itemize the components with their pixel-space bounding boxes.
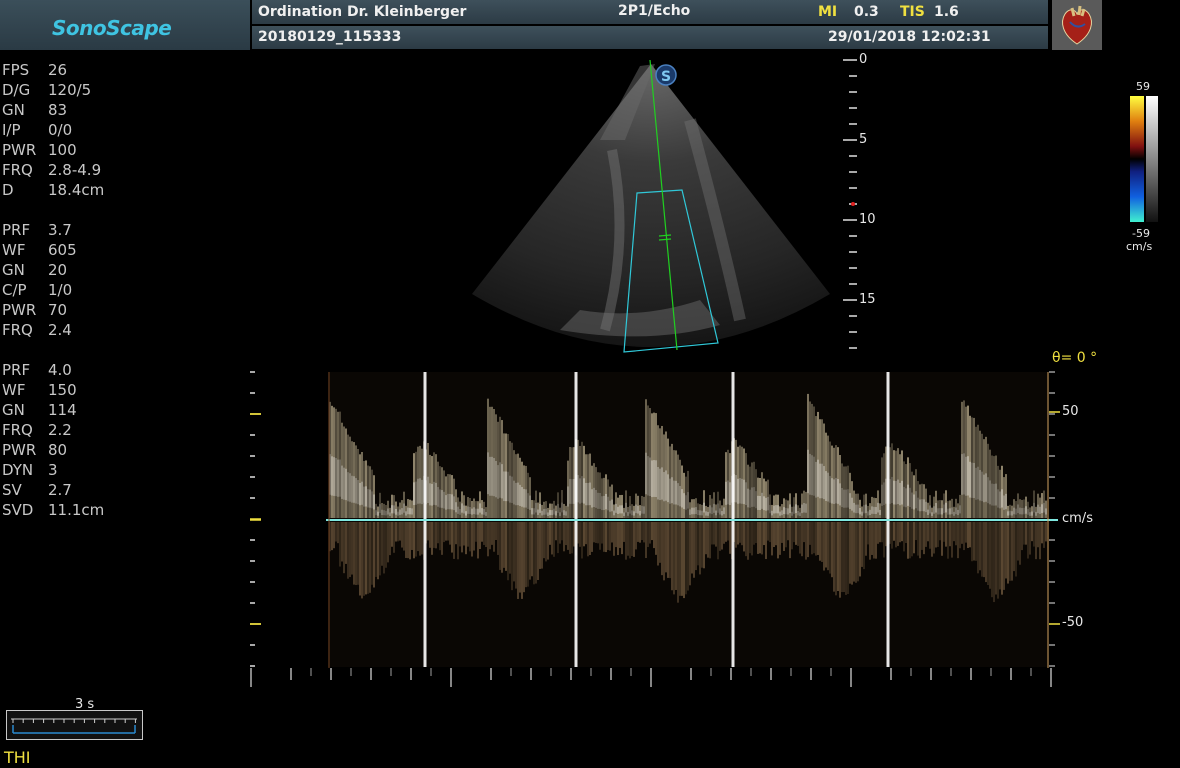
svg-text:S: S — [661, 69, 671, 85]
bmode-sector — [472, 64, 830, 347]
depth-label-5: 5 — [859, 132, 868, 147]
doppler-scale-neg: -50 — [1062, 615, 1084, 630]
colorbar-unit: cm/s — [1126, 240, 1153, 253]
color-variance-bar — [1146, 96, 1158, 222]
depth-label-10: 10 — [859, 212, 876, 227]
depth-scale — [843, 59, 857, 349]
doppler-scale-pos: 50 — [1062, 404, 1079, 419]
colorbar-min: -59 — [1132, 227, 1150, 240]
colorbar-max: 59 — [1136, 80, 1150, 93]
color-velocity-bar — [1130, 96, 1144, 222]
depth-label-0: 0 — [859, 52, 868, 67]
time-axis-ticks — [250, 668, 1052, 687]
doppler-angle: θ= 0 ° — [1052, 350, 1098, 366]
time-scale-bar — [6, 710, 143, 740]
thi-mode-indicator: THI — [4, 748, 31, 767]
focus-marker — [851, 202, 855, 206]
doppler-scale-unit: cm/s — [1062, 511, 1093, 526]
ultrasound-image: S — [250, 59, 1158, 687]
doppler-left-ticks — [250, 371, 261, 667]
depth-label-15: 15 — [859, 292, 876, 307]
